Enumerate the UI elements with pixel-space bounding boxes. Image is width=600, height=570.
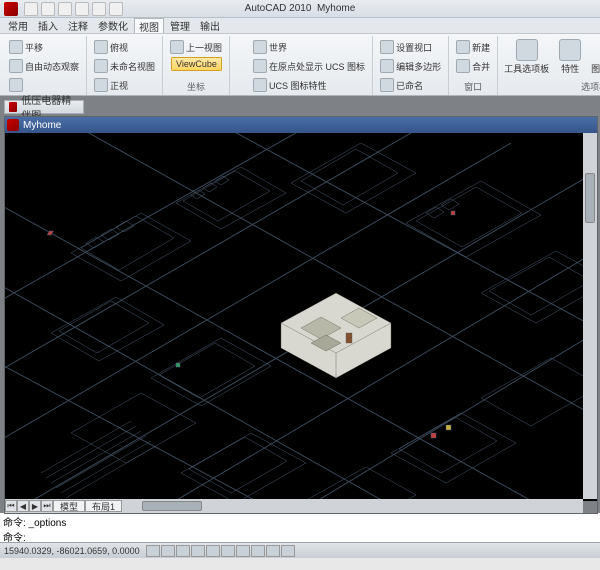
ribbon-tabs: 常用 插入 注释 参数化 视图 管理 输出 (0, 18, 600, 34)
tab-parametric[interactable]: 参数化 (94, 18, 132, 33)
prev-icon (170, 40, 184, 54)
status-bar: 15940.0329, -86021.0659, 0.0000 (0, 542, 600, 558)
tool-palette-icon (516, 39, 538, 61)
qat-open-icon[interactable] (41, 2, 55, 16)
ucs-props-icon (253, 78, 267, 92)
pan-icon (9, 40, 23, 54)
ucs-origin-button[interactable]: 在原点处显示 UCS 图标 (250, 57, 368, 75)
new-icon (456, 40, 470, 54)
tab-home[interactable]: 常用 (4, 18, 32, 33)
dyn-toggle-icon[interactable] (251, 545, 265, 557)
panel-palettes-label: 选项板 (502, 80, 600, 93)
command-line[interactable]: 命令: _options 命令: (0, 512, 600, 542)
orbit-icon (9, 59, 23, 73)
osnap-toggle-icon[interactable] (206, 545, 220, 557)
horizontal-scrollbar[interactable] (142, 501, 202, 511)
ortho-toggle-icon[interactable] (176, 545, 190, 557)
coordinates-readout: 15940.0329, -86021.0659, 0.0000 (4, 546, 140, 556)
doc-icon (9, 102, 17, 112)
model-tab[interactable]: 模型 (53, 500, 85, 512)
panel-window: 新建 合并 窗口 (449, 36, 498, 95)
prev-view-button[interactable]: 上一视图 (167, 38, 225, 56)
otrack-toggle-icon[interactable] (221, 545, 235, 557)
restore-icon (380, 59, 394, 73)
unsaved-view-button[interactable]: 未命名视图 (91, 57, 158, 75)
join-icon (456, 59, 470, 73)
layout1-tab[interactable]: 布局1 (85, 500, 122, 512)
tab-manage[interactable]: 管理 (166, 18, 194, 33)
panel-palettes: 工具选项板 特性 图纸集管理器 切换 选项板 (498, 36, 600, 95)
ducs-toggle-icon[interactable] (236, 545, 250, 557)
drawing-titlebar[interactable]: Myhome (5, 117, 597, 133)
panel-viewport: 设置视口 编辑多边形 已命名 视口 (373, 36, 449, 95)
properties-button[interactable]: 特性 (557, 38, 583, 76)
top-view-button[interactable]: 俯视 (91, 38, 158, 56)
qp-toggle-icon[interactable] (281, 545, 295, 557)
vertical-scrollbar[interactable] (583, 133, 597, 499)
named-icon (380, 78, 394, 92)
lwt-toggle-icon[interactable] (266, 545, 280, 557)
mdi-area: 低压电器精伴图 Myhome (0, 96, 600, 512)
named-viewport-button[interactable]: 已命名 (377, 76, 444, 94)
new-window-button[interactable]: 新建 (453, 38, 493, 56)
quick-access-toolbar (24, 2, 123, 16)
orbit-button[interactable]: 自由动态观察 (6, 57, 82, 75)
world-button[interactable]: 世界 (250, 38, 368, 56)
restore-viewport-button[interactable]: 编辑多边形 (377, 57, 444, 75)
join-button[interactable]: 合并 (453, 57, 493, 75)
tab-nav-first[interactable]: ⏮ (5, 500, 17, 512)
tab-annotate[interactable]: 注释 (64, 18, 92, 33)
viewcube-button[interactable]: ViewCube (171, 57, 222, 71)
ucs-props-button[interactable]: UCS 图标特性 (250, 76, 368, 94)
extents-icon (9, 78, 23, 92)
tab-nav-prev[interactable]: ◀ (17, 500, 29, 512)
set-viewport-icon (380, 40, 394, 54)
command-history-line: 命令: _options (3, 514, 597, 529)
panel-ucs: 世界 在原点处显示 UCS 图标 UCS 图标特性 UCS (230, 36, 373, 95)
world-icon (253, 40, 267, 54)
grid-toggle-icon[interactable] (161, 545, 175, 557)
qat-new-icon[interactable] (24, 2, 38, 16)
qat-save-icon[interactable] (58, 2, 72, 16)
top-icon (94, 40, 108, 54)
app-logo-icon[interactable] (4, 2, 18, 16)
unsaved-icon (94, 59, 108, 73)
qat-redo-icon[interactable] (92, 2, 106, 16)
sheetset-button[interactable]: 图纸集管理器 (589, 38, 600, 76)
tab-output[interactable]: 输出 (196, 18, 224, 33)
qat-undo-icon[interactable] (75, 2, 89, 16)
polar-toggle-icon[interactable] (191, 545, 205, 557)
panel-navigate: 平移 自由动态观察 导航 (2, 36, 87, 95)
background-doc-tab[interactable]: 低压电器精伴图 (4, 100, 84, 114)
set-viewport-button[interactable]: 设置视口 (377, 38, 444, 56)
ucs-origin-icon (253, 59, 267, 73)
pan-button[interactable]: 平移 (6, 38, 82, 56)
command-prompt: 命令: (3, 529, 597, 542)
drawing-window: Myhome (4, 116, 598, 514)
panel-coords-label: 坐标 (167, 80, 225, 93)
tool-palette-button[interactable]: 工具选项板 (502, 38, 551, 76)
properties-icon (559, 39, 581, 61)
tab-nav-next[interactable]: ▶ (29, 500, 41, 512)
drawing-canvas[interactable] (5, 133, 597, 501)
panel-coords: 上一视图 ViewCube 坐标 (163, 36, 230, 95)
panel-window-label: 窗口 (453, 80, 493, 93)
tab-insert[interactable]: 插入 (34, 18, 62, 33)
front-view-button[interactable]: 正视 (91, 76, 158, 94)
snap-toggle-icon[interactable] (146, 545, 160, 557)
tab-nav-last[interactable]: ⏭ (41, 500, 53, 512)
title-bar: AutoCAD 2010 Myhome (0, 0, 600, 18)
panel-views: 俯视 未命名视图 正视 视图 (87, 36, 163, 95)
ribbon: 平移 自由动态观察 导航 俯视 未命名视图 正视 视图 上一视图 ViewCub… (0, 34, 600, 96)
bottom-bar: ⏮ ◀ ▶ ⏭ 模型 布局1 (5, 499, 583, 513)
qat-print-icon[interactable] (109, 2, 123, 16)
tab-view[interactable]: 视图 (134, 18, 164, 33)
front-icon (94, 78, 108, 92)
